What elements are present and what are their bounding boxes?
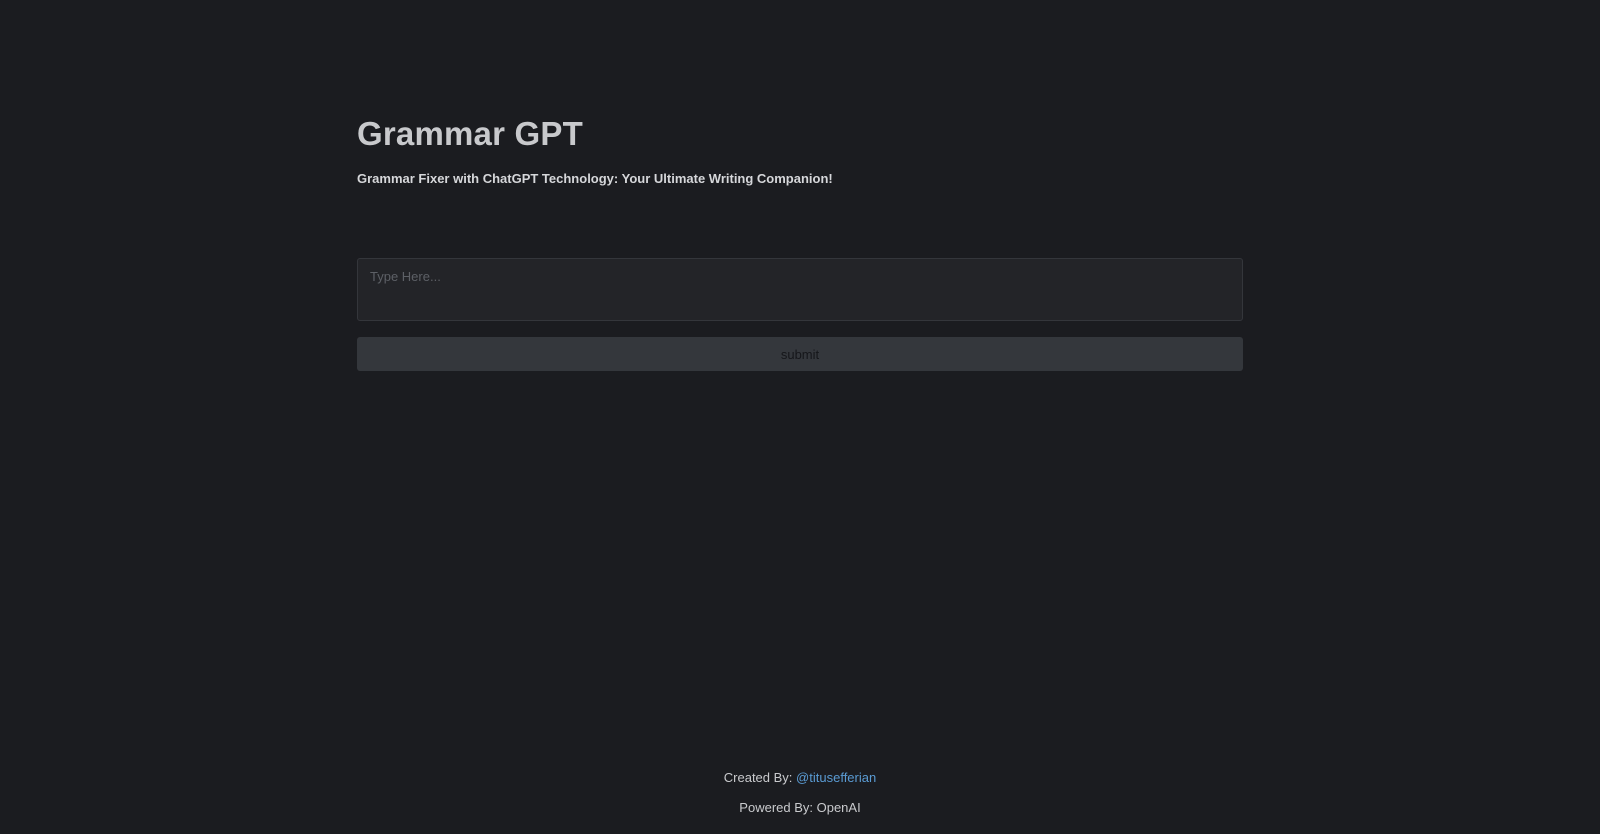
page-title: Grammar GPT xyxy=(357,115,583,152)
author-link[interactable]: @titusefferian xyxy=(796,770,876,785)
text-input[interactable] xyxy=(357,258,1243,321)
footer-created-by: Created By: @titusefferian xyxy=(0,770,1600,785)
footer-powered-by: Powered By: OpenAI xyxy=(739,800,861,815)
page-subtitle: Grammar Fixer with ChatGPT Technology: Y… xyxy=(357,171,833,186)
submit-button[interactable]: submit xyxy=(357,337,1243,371)
app-page: Grammar GPT Grammar Fixer with ChatGPT T… xyxy=(0,0,1600,834)
created-by-label: Created By: xyxy=(723,770,793,785)
main-content: Grammar GPT Grammar Fixer with ChatGPT T… xyxy=(357,112,1243,371)
